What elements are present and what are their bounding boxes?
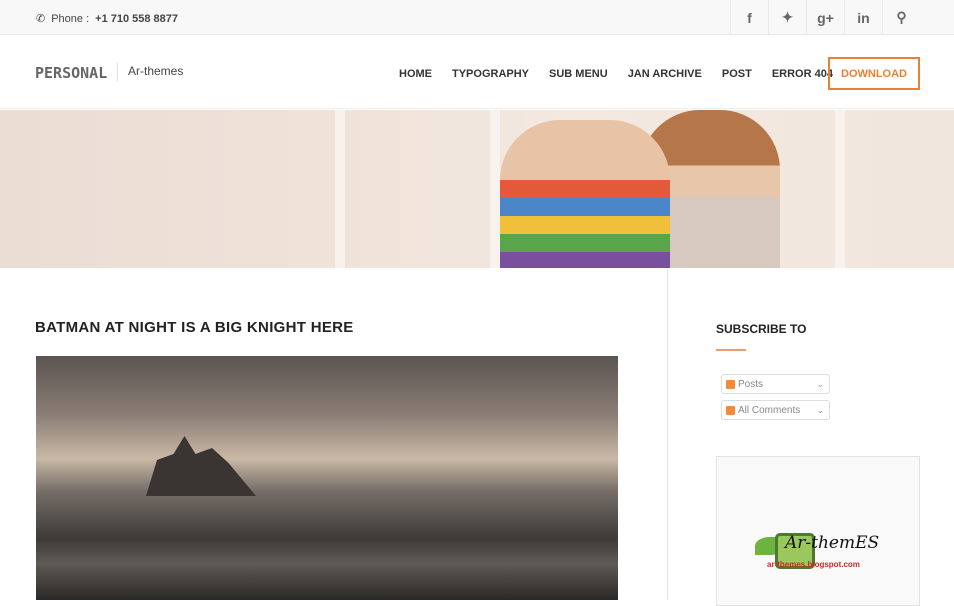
ar-themes-logo: Ar-themES ar-themes.blogspot.com [755,533,885,573]
hero-boy [500,120,670,268]
subscribe-comments-dropdown[interactable]: All Comments ⌄ [721,400,830,420]
twitter-icon[interactable]: ✦ [768,0,806,35]
search-icon[interactable]: ⚲ [882,0,920,35]
nav-sub-menu[interactable]: SUB MENU [549,68,608,80]
site-header: PERSONAL Ar-themes HOME TYPOGRAPHY SUB M… [0,35,954,109]
column-divider [667,268,668,600]
hero-banner-image [0,110,954,268]
nav-home[interactable]: HOME [399,68,432,80]
phone-number: +1 710 558 8877 [95,12,179,25]
download-button[interactable]: DOWNLOAD [828,57,920,90]
google-plus-icon[interactable]: g+ [806,0,844,35]
linkedin-icon[interactable]: in [844,0,882,35]
top-bar: ✆ Phone : +1 710 558 8877 f ✦ g+ in ⚲ [0,0,954,35]
subscribe-posts-dropdown[interactable]: Posts ⌄ [721,374,830,394]
phone-icon: ✆ [36,13,46,25]
chevron-down-icon: ⌄ [816,378,824,389]
nav-post[interactable]: POST [722,68,752,80]
site-logo[interactable]: PERSONAL [35,64,107,82]
nav-jan-archive[interactable]: JAN ARCHIVE [628,68,702,80]
site-tagline: Ar-themes [128,64,184,78]
feed-label: All Comments [738,404,801,416]
nav-error-404[interactable]: ERROR 404 [772,68,833,80]
feed-label: Posts [738,378,764,390]
phone-label: Phone : [51,12,90,25]
main-nav: HOME TYPOGRAPHY SUB MENU JAN ARCHIVE POS… [399,68,833,80]
logo-divider [117,63,118,81]
post-title[interactable]: BATMAN AT NIGHT IS A BIG KNIGHT HERE [35,319,354,336]
social-links: f ✦ g+ in ⚲ [730,0,920,35]
chevron-down-icon: ⌄ [816,404,824,415]
title-underline [716,349,746,351]
post-image[interactable] [36,356,618,600]
phone-info: ✆ Phone : +1 710 558 8877 [36,12,179,26]
facebook-icon[interactable]: f [730,0,768,35]
rss-icon [726,379,735,389]
nav-typography[interactable]: TYPOGRAPHY [452,68,529,80]
rss-icon [726,405,735,415]
ad-widget[interactable]: Ar-themES ar-themes.blogspot.com [716,456,920,606]
castle-silhouette [146,436,256,496]
subscribe-title: SUBSCRIBE TO [716,322,807,336]
